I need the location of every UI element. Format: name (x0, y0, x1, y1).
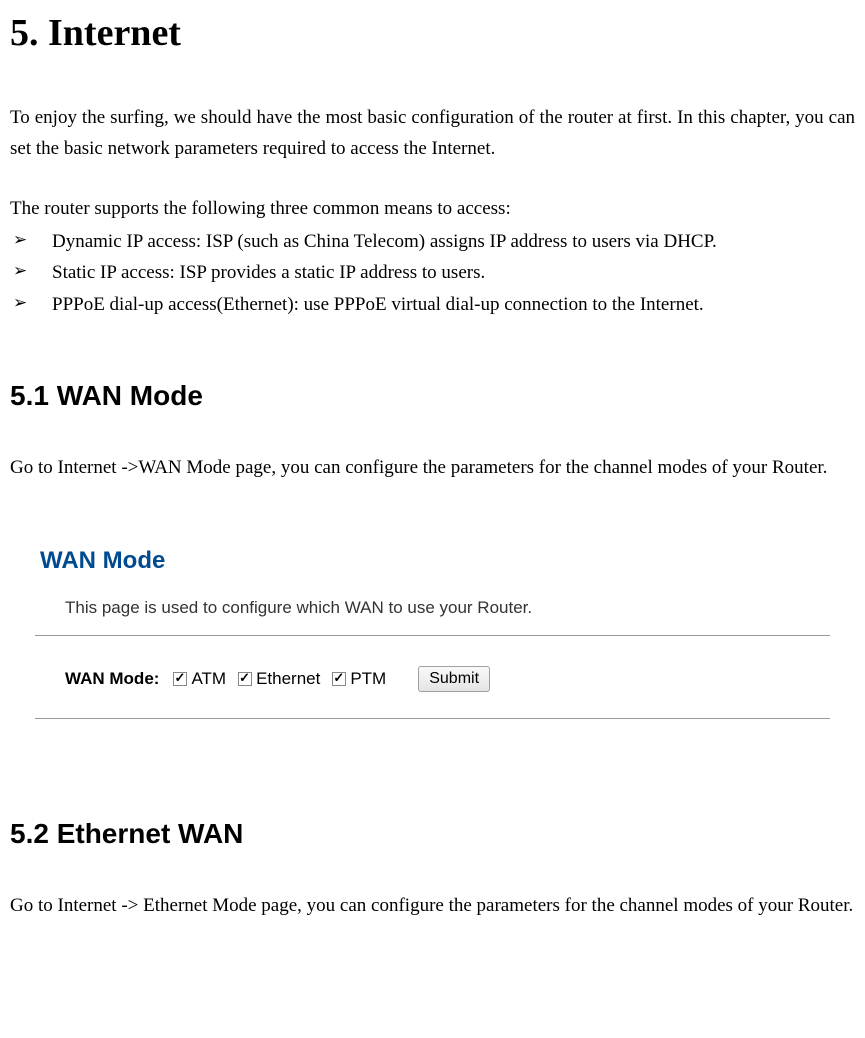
submit-button[interactable]: Submit (418, 666, 490, 692)
chapter-heading: 5. Internet (10, 5, 855, 62)
section-heading-51: 5.1 WAN Mode (10, 375, 855, 417)
ethernet-checkbox[interactable] (238, 672, 252, 686)
intro-paragraph: To enjoy the surfing, we should have the… (10, 102, 855, 165)
wan-mode-panel: WAN Mode This page is used to configure … (35, 525, 830, 743)
ptm-checkbox[interactable] (332, 672, 346, 686)
section-51-paragraph: Go to Internet ->WAN Mode page, you can … (10, 452, 855, 483)
section-heading-52: 5.2 Ethernet WAN (10, 813, 855, 855)
ptm-label: PTM (350, 666, 386, 692)
wan-mode-row: WAN Mode: ATM Ethernet PTM Submit (35, 666, 830, 719)
atm-checkbox[interactable] (173, 672, 187, 686)
access-intro-text: The router supports the following three … (10, 193, 855, 224)
panel-description: This page is used to configure which WAN… (35, 589, 830, 636)
list-item: Dynamic IP access: ISP (such as China Te… (10, 226, 855, 257)
access-means-list: Dynamic IP access: ISP (such as China Te… (10, 226, 855, 320)
ethernet-label: Ethernet (256, 666, 320, 692)
atm-label: ATM (191, 666, 226, 692)
wan-mode-label: WAN Mode: (65, 666, 159, 692)
list-item: Static IP access: ISP provides a static … (10, 257, 855, 288)
list-item: PPPoE dial-up access(Ethernet): use PPPo… (10, 289, 855, 320)
section-52-paragraph: Go to Internet -> Ethernet Mode page, yo… (10, 890, 855, 921)
panel-title: WAN Mode (35, 543, 830, 579)
